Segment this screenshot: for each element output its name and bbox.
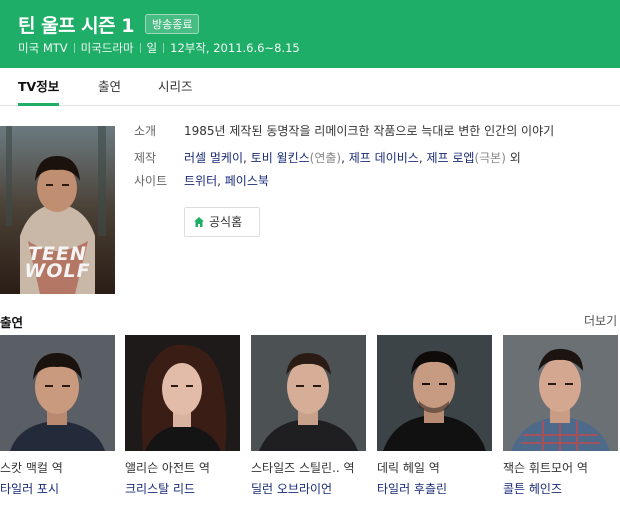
divider	[139, 43, 141, 53]
divider	[73, 43, 75, 53]
writer-link[interactable]: 제프 로엡	[426, 151, 474, 165]
cast-photo[interactable]	[251, 335, 366, 451]
writer-link[interactable]: 제프 데이비스	[349, 151, 419, 165]
meta-line: 미국 MTV 미국드라마 일 12부작, 2011.6.6~8.15	[18, 40, 300, 56]
production-label: 제작	[134, 151, 157, 165]
meta-day: 일	[146, 41, 158, 55]
actor-portrait	[0, 335, 115, 451]
synopsis-text: 1985년 제작된 동명작을 리메이크한 작품으로 늑대로 변한 인간의 이야기	[184, 124, 555, 138]
poster-image[interactable]: TEEN WOLF	[0, 126, 115, 294]
cast-photo[interactable]	[125, 335, 240, 451]
tab-bar: TV정보 출연 시리즈	[0, 68, 620, 106]
actor-portrait	[503, 335, 618, 451]
meta-genre: 미국드라마	[80, 41, 134, 55]
tab-tv-info[interactable]: TV정보	[18, 68, 60, 106]
cast-photo[interactable]	[503, 335, 618, 451]
role-note: (연출)	[309, 151, 342, 165]
twitter-link[interactable]: 트위터	[184, 174, 217, 188]
facebook-link[interactable]: 페이스북	[225, 174, 269, 188]
comma: ,	[243, 151, 251, 165]
production-suffix: 외	[509, 151, 521, 165]
cast-role: 스타일즈 스틸린.. 역	[251, 461, 355, 475]
cast-role: 스캇 맥컬 역	[0, 461, 63, 475]
cast-photo[interactable]	[0, 335, 115, 451]
official-home-button[interactable]: 공식홈	[184, 207, 260, 237]
divider	[163, 43, 165, 53]
site-label: 사이트	[134, 174, 168, 188]
meta-episodes: 12부작, 2011.6.6~8.15	[170, 41, 300, 55]
cast-role: 잭슨 휘트모어 역	[503, 461, 588, 475]
cast-name-link[interactable]: 콜튼 헤인즈	[503, 480, 562, 497]
cast-card[interactable]: 스타일즈 스틸린.. 역 딜런 오브라이언	[251, 335, 366, 496]
actor-portrait	[251, 335, 366, 451]
poster-title-line2: WOLF	[24, 260, 91, 282]
tab-series[interactable]: 시리즈	[158, 68, 193, 106]
cast-name-link[interactable]: 타일러 후츨린	[377, 480, 447, 497]
cast-role: 데릭 헤일 역	[377, 461, 440, 475]
cast-role: 앨리슨 아전트 역	[125, 461, 210, 475]
cast-card[interactable]: 데릭 헤일 역 타일러 후츨린	[377, 335, 492, 496]
tab-cast[interactable]: 출연	[98, 68, 121, 106]
site-row: 사이트 트위터, 페이스북	[134, 172, 269, 190]
header: 틴 울프 시즌 1 방송종료 미국 MTV 미국드라마 일 12부작, 2011.6.…	[0, 0, 620, 68]
status-badge: 방송종료	[145, 14, 200, 34]
cast-section-title: 출연	[0, 315, 24, 330]
comma: ,	[217, 174, 225, 188]
production-row: 제작 러셀 멀케이, 토비 윌킨스(연출), 제프 데이비스, 제프 로엡(극본)…	[134, 149, 521, 167]
cast-photo[interactable]	[377, 335, 492, 451]
director-link[interactable]: 러셀 멀케이	[184, 151, 243, 165]
role-note: (극본)	[474, 151, 506, 165]
home-icon	[194, 217, 204, 227]
meta-network: 미국 MTV	[18, 41, 68, 55]
director-link[interactable]: 토비 윌킨스	[251, 151, 310, 165]
official-home-label: 공식홈	[209, 215, 243, 229]
synopsis-label: 소개	[134, 124, 157, 138]
more-link[interactable]: 더보기	[584, 312, 617, 329]
actor-portrait	[377, 335, 492, 451]
actor-portrait	[125, 335, 240, 451]
page-title[interactable]: 틴 울프 시즌 1	[18, 11, 134, 38]
cast-name-link[interactable]: 타일러 포시	[0, 480, 59, 497]
cast-name-link[interactable]: 딜런 오브라이언	[251, 480, 332, 497]
comma: ,	[341, 151, 349, 165]
cast-card[interactable]: 앨리슨 아전트 역 크리스탈 리드	[125, 335, 240, 496]
cast-card[interactable]: 잭슨 휘트모어 역 콜튼 헤인즈	[503, 335, 618, 496]
synopsis-row: 소개 1985년 제작된 동명작을 리메이크한 작품으로 늑대로 변한 인간의 이…	[134, 122, 554, 140]
cast-name-link[interactable]: 크리스탈 리드	[125, 480, 195, 497]
cast-card[interactable]: 스캇 맥컬 역 타일러 포시	[0, 335, 115, 496]
